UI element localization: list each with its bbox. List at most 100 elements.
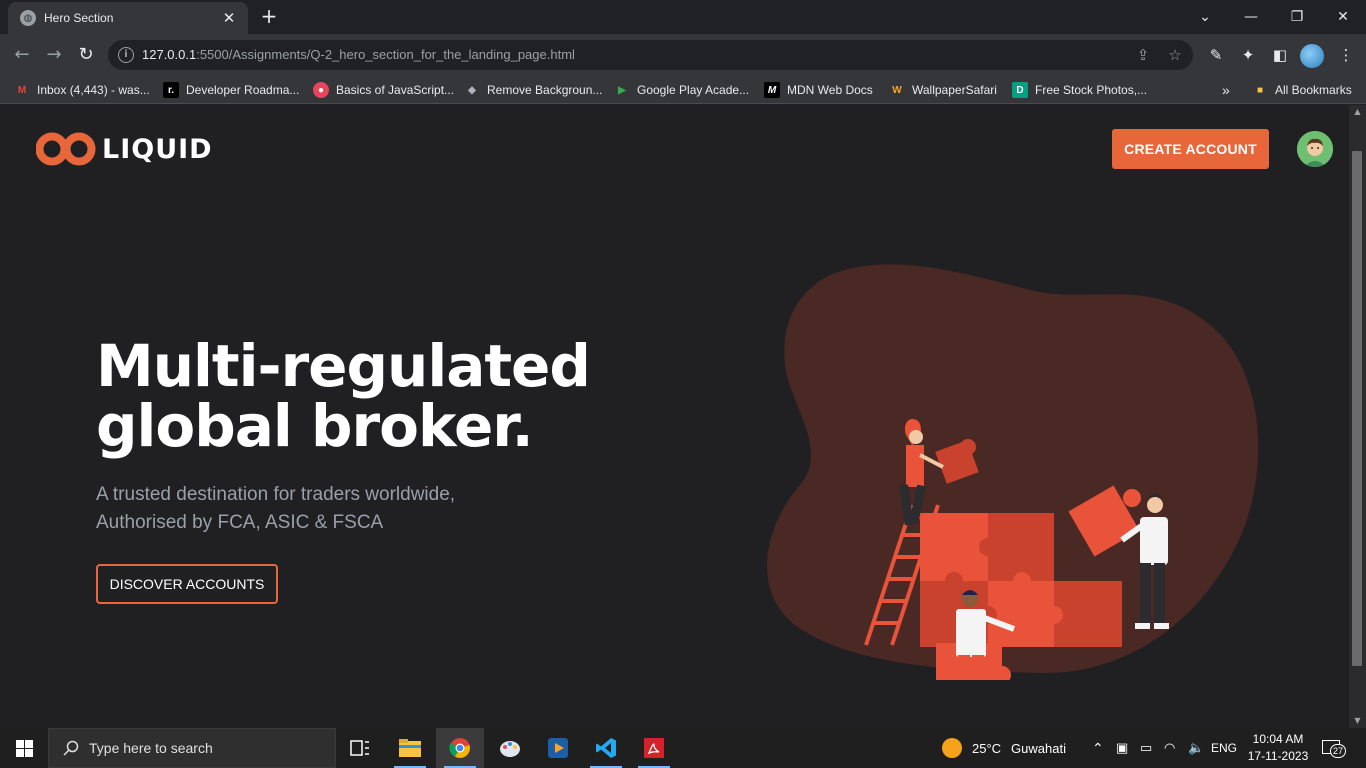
browser-menu-icon[interactable]: ⋮: [1334, 43, 1358, 67]
url-host: 127.0.0.1: [142, 47, 197, 62]
tab-strip: ◍ Hero Section ✕ + ⌄ — ❐ ✕: [0, 0, 1366, 34]
tab-search-chevron-icon[interactable]: ⌄: [1182, 0, 1228, 34]
bookmarks-overflow-button[interactable]: »: [1222, 81, 1230, 99]
bookmark-item[interactable]: r. Developer Roadma...: [163, 81, 299, 99]
remove-bg-icon: ◆: [468, 84, 476, 96]
bookmark-label: Google Play Acade...: [637, 83, 750, 97]
show-hidden-icons-chevron-icon[interactable]: ⌃: [1092, 728, 1104, 768]
page-scrollbar[interactable]: ▲ ▼: [1349, 105, 1366, 728]
clock-date: 17-11-2023: [1247, 749, 1309, 763]
bookmark-label: WallpaperSafari: [912, 83, 997, 97]
bookmark-label: Free Stock Photos,...: [1035, 83, 1148, 97]
weather-temperature: 25°C: [972, 740, 1002, 756]
mdn-icon: M: [764, 82, 780, 98]
extensions-puzzle-icon[interactable]: ✦: [1236, 43, 1260, 67]
close-window-button[interactable]: ✕: [1320, 0, 1366, 34]
page-viewport: LIQUID CREATE ACCOUNT Multi-regulated gl…: [0, 105, 1349, 728]
sun-icon: [942, 738, 962, 758]
logo-mark-icon: [36, 132, 96, 166]
bookmark-item[interactable]: ▶ Google Play Acade...: [614, 81, 749, 99]
bookmark-label: Basics of JavaScript...: [336, 83, 455, 97]
browser-toolbar: ← → ↻ i 127.0.0.1:5500/Assignments/Q-2_h…: [0, 34, 1366, 76]
start-button[interactable]: [0, 728, 48, 768]
wifi-icon[interactable]: ◠: [1164, 728, 1175, 768]
hero-title-line-2: global broker.: [96, 392, 534, 460]
scroll-down-arrow-icon[interactable]: ▼: [1349, 714, 1366, 728]
bookmark-item[interactable]: D Free Stock Photos,...: [1012, 81, 1147, 99]
user-avatar[interactable]: [1297, 131, 1333, 167]
paint-app-icon[interactable]: [486, 728, 534, 768]
logo[interactable]: LIQUID: [36, 130, 213, 168]
logo-text: LIQUID: [102, 133, 213, 165]
site-info-icon[interactable]: i: [118, 47, 134, 63]
chrome-taskbar-icon[interactable]: [436, 728, 484, 768]
bookmark-item[interactable]: M MDN Web Docs: [764, 81, 873, 99]
notification-center-icon[interactable]: 27: [1322, 728, 1347, 768]
meet-now-icon[interactable]: ▣: [1116, 728, 1128, 768]
bookmarks-bar: M Inbox (4,443) - was... r. Developer Ro…: [0, 76, 1366, 104]
url-path: :5500/Assignments/Q-2_hero_section_for_t…: [196, 47, 575, 62]
browser-tab-active[interactable]: ◍ Hero Section ✕: [8, 2, 248, 34]
file-explorer-icon[interactable]: [386, 728, 434, 768]
side-panel-icon[interactable]: ◧: [1268, 43, 1292, 67]
eyedropper-extension-icon[interactable]: ✎: [1204, 43, 1228, 67]
taskbar-search-box[interactable]: Type here to search: [48, 728, 336, 768]
bookmark-label: Inbox (4,443) - was...: [37, 83, 150, 97]
volume-icon[interactable]: 🔈: [1188, 728, 1204, 768]
all-bookmarks-label: All Bookmarks: [1275, 83, 1352, 97]
search-placeholder: Type here to search: [89, 740, 213, 756]
task-view-icon[interactable]: [336, 728, 384, 768]
bookmark-item[interactable]: M Inbox (4,443) - was...: [14, 81, 150, 99]
profile-avatar-icon[interactable]: [1300, 44, 1324, 68]
all-bookmarks-button[interactable]: ■ All Bookmarks: [1252, 81, 1352, 99]
weather-city: Guwahati: [1011, 740, 1066, 756]
js-basics-icon: ●: [313, 82, 329, 98]
notification-count-badge: 27: [1330, 744, 1347, 758]
weather-widget[interactable]: 25°C Guwahati: [942, 728, 1066, 768]
discover-accounts-button[interactable]: DISCOVER ACCOUNTS: [96, 564, 278, 604]
globe-icon: ◍: [20, 10, 36, 26]
minimize-button[interactable]: —: [1228, 0, 1274, 34]
bookmark-label: Remove Backgroun...: [487, 83, 603, 97]
back-arrow-icon[interactable]: ←: [10, 43, 34, 67]
url-text[interactable]: 127.0.0.1:5500/Assignments/Q-2_hero_sect…: [142, 47, 575, 62]
hero-subtitle: A trusted destination for traders worldw…: [96, 481, 455, 537]
scroll-up-arrow-icon[interactable]: ▲: [1349, 105, 1366, 119]
new-tab-button[interactable]: +: [258, 6, 280, 28]
forward-arrow-icon[interactable]: →: [42, 43, 66, 67]
media-player-icon[interactable]: [534, 728, 582, 768]
folder-icon: ■: [1256, 84, 1264, 96]
bookmark-star-icon[interactable]: ☆: [1165, 45, 1185, 65]
bookmark-label: MDN Web Docs: [787, 83, 873, 97]
reload-icon[interactable]: ↻: [74, 43, 98, 67]
puzzle-teamwork-illustration: [767, 264, 1259, 680]
bookmark-item[interactable]: ◆ Remove Backgroun...: [464, 81, 602, 99]
close-tab-icon[interactable]: ✕: [220, 9, 238, 27]
bookmark-label: Developer Roadma...: [186, 83, 300, 97]
hero-title: Multi-regulated global broker.: [96, 336, 591, 460]
hero-subtitle-line-1: A trusted destination for traders worldw…: [96, 484, 456, 505]
create-account-button[interactable]: CREATE ACCOUNT: [1112, 129, 1269, 169]
hero-subtitle-line-2: Authorised by FCA, ASIC & FSCA: [96, 512, 384, 533]
vscode-icon[interactable]: [582, 728, 630, 768]
bookmark-item[interactable]: ● Basics of JavaScript...: [313, 81, 454, 99]
language-indicator[interactable]: ENG: [1211, 728, 1237, 768]
windows-logo-icon: [15, 739, 33, 757]
user-avatar-icon: [1297, 131, 1333, 167]
share-icon[interactable]: ⇪: [1133, 45, 1153, 65]
restore-button[interactable]: ❐: [1274, 0, 1320, 34]
stock-photos-icon: D: [1012, 82, 1028, 98]
scrollbar-thumb[interactable]: [1352, 151, 1362, 666]
clock-time: 10:04 AM: [1252, 732, 1304, 746]
roadmap-icon: r.: [163, 82, 179, 98]
battery-icon[interactable]: ▭: [1140, 728, 1152, 768]
address-bar[interactable]: i 127.0.0.1:5500/Assignments/Q-2_hero_se…: [108, 40, 1193, 70]
windows-taskbar: Type here to search 25°C Guwahati ⌃ ▣ ▭ …: [0, 728, 1366, 768]
tab-title: Hero Section: [44, 11, 114, 25]
bookmark-item[interactable]: W WallpaperSafari: [889, 81, 997, 99]
pdf-reader-icon[interactable]: [630, 728, 678, 768]
wallpapersafari-icon: W: [892, 84, 902, 96]
search-icon: [63, 740, 79, 756]
taskbar-clock[interactable]: 10:04 AM 17-11-2023: [1246, 731, 1310, 765]
gmail-icon: M: [17, 84, 27, 96]
